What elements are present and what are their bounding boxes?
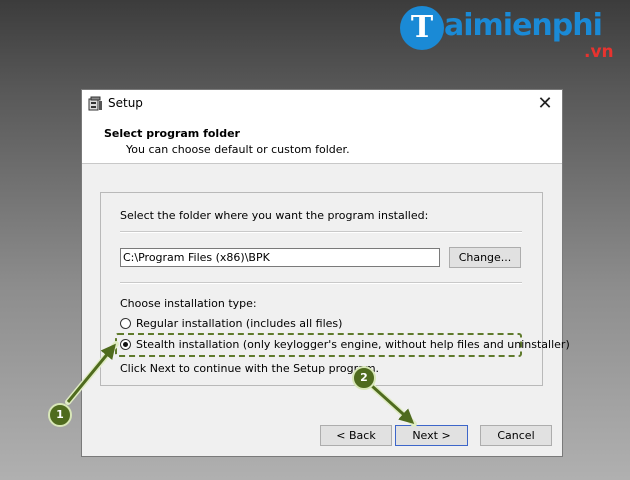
change-button[interactable]: Change... — [449, 247, 521, 268]
window-title: Setup — [108, 96, 143, 110]
watermark-text: aimienphi — [444, 8, 603, 43]
annotation-marker-2: 2 — [352, 366, 376, 390]
continue-hint: Click Next to continue with the Setup pr… — [120, 362, 380, 375]
stealth-install-label[interactable]: Stealth installation (only keylogger's e… — [136, 338, 570, 351]
stealth-install-radio[interactable] — [120, 339, 131, 350]
setup-dialog: Setup ✕ Select program folder You can ch… — [81, 89, 570, 457]
close-icon[interactable]: ✕ — [528, 90, 562, 118]
folder-path-input[interactable] — [120, 248, 440, 267]
page-subtitle: You can choose default or custom folder. — [126, 143, 350, 156]
next-button[interactable]: Next > — [395, 425, 468, 446]
cancel-button[interactable]: Cancel — [480, 425, 552, 446]
folder-prompt: Select the folder where you want the pro… — [120, 209, 429, 222]
watermark-suffix: .vn — [584, 42, 614, 62]
title-bar[interactable]: Setup ✕ — [82, 90, 562, 118]
page-title: Select program folder — [104, 127, 240, 140]
regular-install-label[interactable]: Regular installation (includes all files… — [136, 317, 342, 330]
page-header: Select program folder You can choose def… — [82, 118, 562, 164]
annotation-marker-1: 1 — [48, 403, 72, 427]
watermark-logo-icon: T — [400, 6, 444, 50]
content-panel: Select the folder where you want the pro… — [100, 192, 570, 386]
back-button[interactable]: < Back — [320, 425, 392, 446]
regular-install-radio[interactable] — [120, 318, 131, 329]
watermark-logo: T aimienphi .vn — [400, 4, 626, 64]
setup-app-icon — [88, 96, 102, 111]
install-type-label: Choose installation type: — [120, 297, 257, 310]
divider — [120, 282, 522, 284]
divider — [120, 231, 522, 233]
